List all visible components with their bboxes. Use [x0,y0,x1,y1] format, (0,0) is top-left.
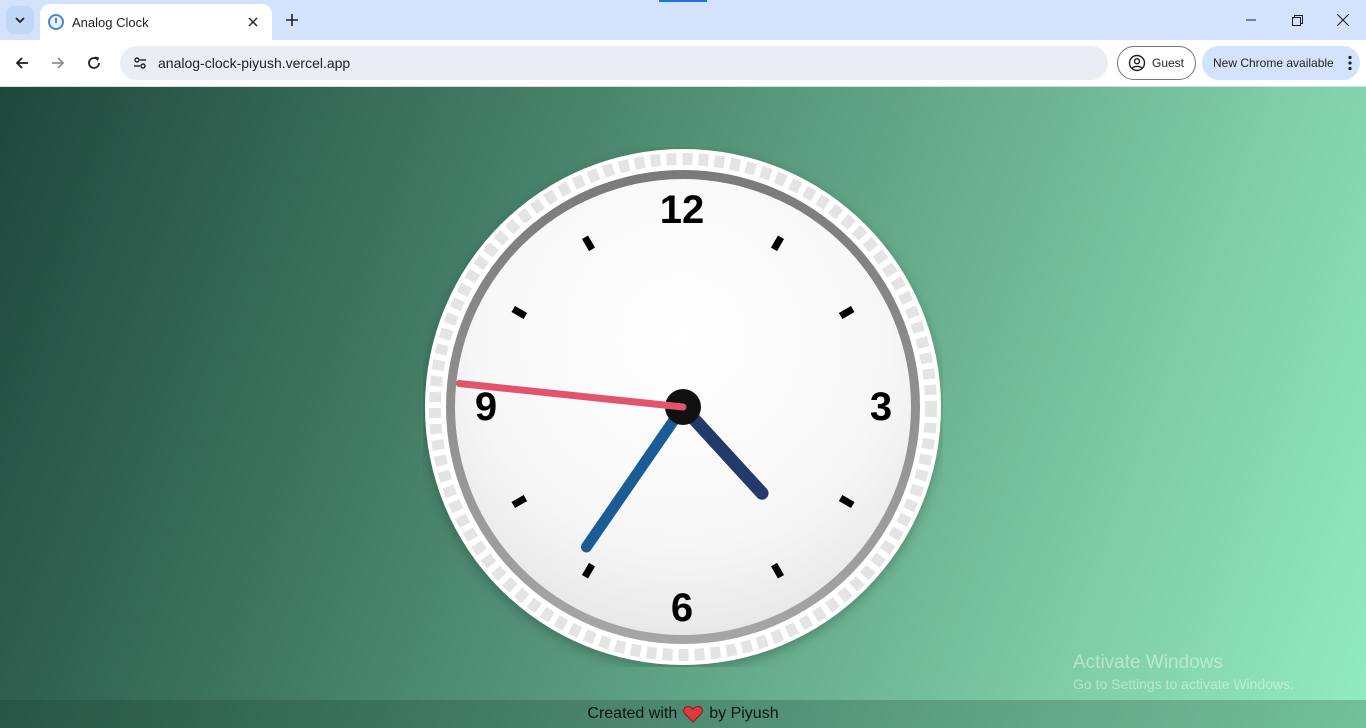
browser-toolbar: analog-clock-piyush.vercel.app Guest New… [0,40,1366,87]
update-label: New Chrome available [1213,56,1334,70]
profile-button[interactable]: Guest [1117,46,1196,80]
restore-icon [1291,14,1303,26]
tab-strip: Analog Clock [0,0,1366,40]
arrow-right-icon [52,57,65,69]
profile-label: Guest [1152,56,1185,70]
numeral-6: 6 [671,586,693,630]
footer-text-after: by Piyush [709,705,779,722]
page-footer: Created with by Piyush [0,700,1366,728]
tab-strip-indicator [659,0,707,2]
url-text: analog-clock-piyush.vercel.app [158,55,351,71]
minimize-icon [1246,19,1256,21]
watermark-title: Activate Windows [1073,652,1223,673]
tab-title: Analog Clock [72,14,149,30]
watermark-subtitle: Go to Settings to activate Windows. [1073,676,1294,692]
reload-button[interactable] [79,48,109,78]
footer-text-before: Created with [587,705,678,722]
tune-icon [134,57,146,69]
restore-button[interactable] [1274,0,1320,40]
windows-activation-watermark: Activate Windows Go to Settings to activ… [1073,652,1294,692]
heart-icon [683,705,704,723]
analog-clock: 12 3 6 9 [425,149,941,665]
back-button[interactable] [7,48,37,78]
address-bar[interactable]: analog-clock-piyush.vercel.app [120,46,1108,80]
site-info-button[interactable] [128,51,152,75]
close-icon [248,17,258,27]
numeral-3: 3 [870,385,892,429]
browser-tab-active[interactable]: Analog Clock [40,4,272,40]
close-icon [1337,14,1349,26]
minimize-button[interactable] [1228,0,1274,40]
numeral-12: 12 [660,188,705,232]
new-tab-button[interactable] [280,8,304,32]
arrow-left-icon [15,57,28,69]
clock-favicon-icon [48,14,64,30]
window-close-button[interactable] [1320,0,1366,40]
tab-close-button[interactable] [244,13,262,31]
update-chrome-button[interactable]: New Chrome available [1202,46,1360,80]
numeral-9: 9 [475,385,497,429]
account-icon [1128,54,1146,72]
forward-button[interactable] [43,48,73,78]
reload-icon [88,56,100,69]
menu-dots-icon[interactable] [1340,55,1360,71]
plus-icon [286,14,298,26]
tab-search-button[interactable] [6,6,34,34]
chevron-down-icon [15,17,25,24]
page-viewport: 12 3 6 9 Activate Windows Go to Settings… [0,87,1366,728]
